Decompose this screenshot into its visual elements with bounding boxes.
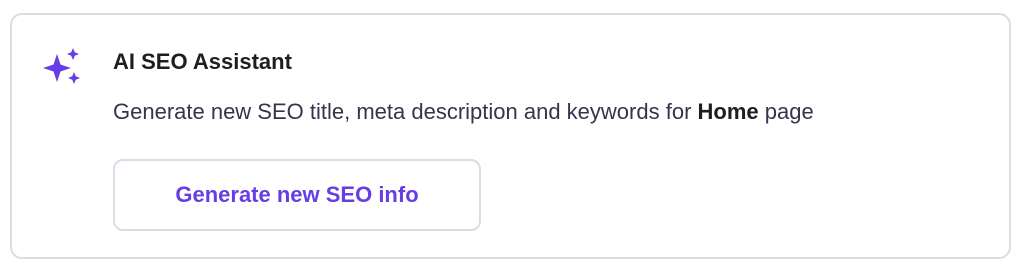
- description-suffix: page: [758, 99, 814, 124]
- ai-seo-assistant-card: AI SEO Assistant Generate new SEO title,…: [10, 13, 1011, 259]
- generate-seo-button[interactable]: Generate new SEO info: [113, 159, 481, 231]
- sparkles-icon: [43, 48, 80, 84]
- generate-seo-button-label: Generate new SEO info: [175, 182, 419, 207]
- description-text: Generate new SEO title, meta description…: [113, 99, 698, 124]
- page-name: Home: [697, 99, 759, 124]
- card-title: AI SEO Assistant: [113, 49, 292, 74]
- card-description: Generate new SEO title, meta description…: [113, 98, 814, 126]
